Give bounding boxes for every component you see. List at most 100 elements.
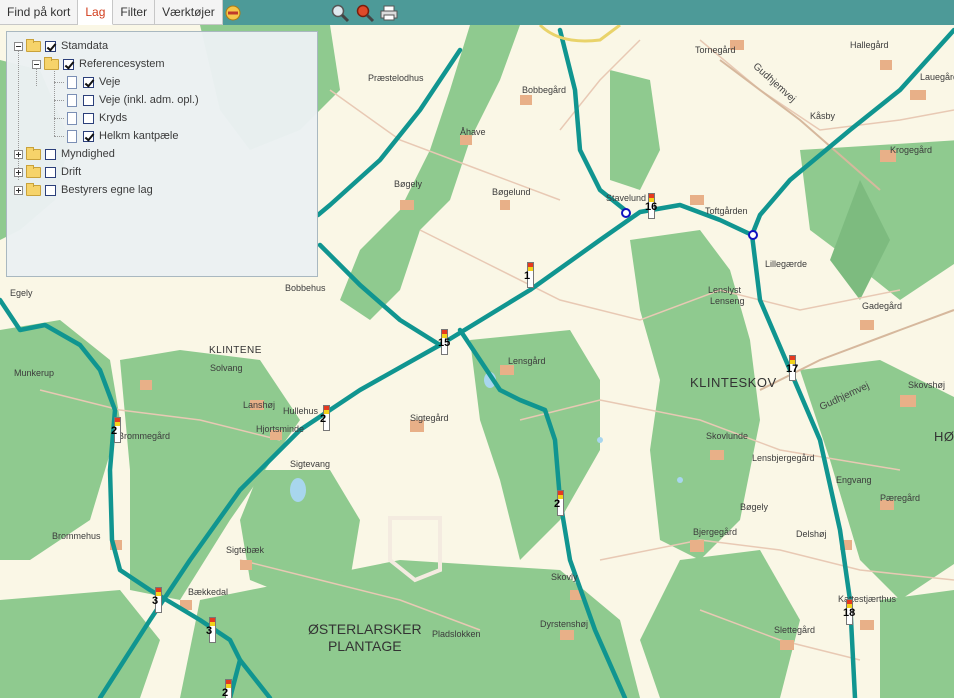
tab-filter[interactable]: Filter xyxy=(113,0,156,25)
place-label: Lanshøj xyxy=(243,400,276,410)
top-toolbar: Find på kort Lag Filter Værktøjer xyxy=(0,0,954,25)
layer-kryds[interactable]: Kryds xyxy=(67,109,127,127)
place-label: Sigtebæk xyxy=(226,545,265,555)
place-label: Brommegård xyxy=(118,431,171,441)
layer-label: Veje xyxy=(99,76,121,88)
layer-panel: Stamdata Referencesystem Veje Veje (inkl… xyxy=(6,31,318,277)
place-label: Lillegærde xyxy=(765,259,808,269)
layer-label: Veje (inkl. adm. opl.) xyxy=(99,94,199,106)
place-label: Bøgelund xyxy=(492,187,531,197)
forest-area xyxy=(0,320,120,560)
intersection-marker[interactable] xyxy=(621,208,631,218)
collapse-icon[interactable] xyxy=(223,3,243,23)
search-zoom-icon[interactable] xyxy=(355,3,375,23)
forest-area xyxy=(880,590,954,698)
print-icon[interactable] xyxy=(379,3,399,23)
intersection-marker[interactable] xyxy=(748,230,758,240)
zoom-tool-icon[interactable] xyxy=(330,3,350,23)
place-label: Kåsby xyxy=(810,111,836,121)
layer-checkbox[interactable] xyxy=(83,76,94,88)
place-label: Lenslyst xyxy=(708,285,742,295)
km-marker[interactable]: 16 xyxy=(645,193,657,219)
place-label: Sigtevang xyxy=(290,459,331,469)
collapse-toggle-icon[interactable] xyxy=(14,41,23,51)
place-label: Bobbehus xyxy=(285,283,326,293)
place-label: Hallegård xyxy=(850,40,889,50)
forest-area xyxy=(640,550,800,698)
place-label: Bøgely xyxy=(394,179,423,189)
folder-icon xyxy=(44,56,59,70)
place-label: Krogegård xyxy=(890,145,933,155)
km-marker[interactable]: 17 xyxy=(786,355,798,381)
layer-checkbox[interactable] xyxy=(63,58,74,70)
km-marker[interactable]: 3 xyxy=(152,587,164,613)
tab-find-paa-kort[interactable]: Find på kort xyxy=(0,0,79,25)
place-label: Lenseng xyxy=(710,296,745,306)
tab-lag[interactable]: Lag xyxy=(78,0,114,25)
document-icon xyxy=(67,93,77,107)
layer-referencesystem[interactable]: Referencesystem xyxy=(32,55,165,73)
place-label: Pæregård xyxy=(880,493,921,503)
folder-icon xyxy=(26,38,41,52)
area-label-ho: HØ xyxy=(934,429,954,444)
place-label: Stavelund xyxy=(606,193,647,203)
collapse-toggle-icon[interactable] xyxy=(32,59,41,69)
km-marker[interactable]: 15 xyxy=(438,329,450,355)
layer-label: Stamdata xyxy=(61,40,109,52)
layer-label: Helkm kantpæle xyxy=(99,130,179,142)
layer-myndighed[interactable]: Myndighed xyxy=(14,145,115,163)
place-label: Pladslokken xyxy=(432,629,481,639)
place-label: Solvang xyxy=(210,363,243,373)
layer-checkbox[interactable] xyxy=(83,94,94,106)
place-label: Bobbegård xyxy=(522,85,567,95)
expand-toggle-icon[interactable] xyxy=(14,167,23,177)
layer-veje[interactable]: Veje xyxy=(67,73,120,91)
place-label: Skovshøj xyxy=(908,380,946,390)
document-icon xyxy=(67,129,77,143)
place-label: Sigtegård xyxy=(410,413,449,423)
place-label: Hjortsminde xyxy=(256,424,305,434)
tab-vaerktoejer[interactable]: Værktøjer xyxy=(155,0,223,25)
layer-bestyrers-egne-lag[interactable]: Bestyrers egne lag xyxy=(14,181,153,199)
folder-icon xyxy=(26,164,41,178)
folder-icon xyxy=(26,182,41,196)
place-label: Lensgård xyxy=(508,356,546,366)
place-label: Skovly xyxy=(551,572,578,582)
place-label: Slettegård xyxy=(774,625,816,635)
layer-checkbox[interactable] xyxy=(83,130,94,142)
layer-label: Referencesystem xyxy=(79,58,165,70)
layer-drift[interactable]: Drift xyxy=(14,163,81,181)
km-marker[interactable]: 2 xyxy=(554,490,566,516)
place-label: Skovlunde xyxy=(706,431,749,441)
km-marker[interactable]: 2 xyxy=(111,417,123,443)
place-label: Munkerup xyxy=(14,368,55,378)
forest-area xyxy=(610,70,660,190)
layer-label: Drift xyxy=(61,166,82,178)
layer-label: Kryds xyxy=(99,112,128,124)
layer-helkm-kantpaele[interactable]: Helkm kantpæle xyxy=(67,127,178,145)
area-label-klinteskov: KLINTESKOV xyxy=(690,375,777,390)
km-marker[interactable]: 1 xyxy=(524,262,536,288)
expand-toggle-icon[interactable] xyxy=(14,149,23,159)
layer-checkbox[interactable] xyxy=(45,184,56,196)
layer-stamdata[interactable]: Stamdata xyxy=(14,37,108,55)
layer-checkbox[interactable] xyxy=(45,148,56,160)
document-icon xyxy=(67,111,77,125)
layer-checkbox[interactable] xyxy=(45,166,56,178)
layer-veje-adm[interactable]: Veje (inkl. adm. opl.) xyxy=(67,91,199,109)
document-icon xyxy=(67,75,77,89)
place-label: Toftgården xyxy=(705,206,748,216)
folder-icon xyxy=(26,146,41,160)
place-label: Åhave xyxy=(460,127,486,137)
layer-checkbox[interactable] xyxy=(83,112,94,124)
km-marker[interactable]: 2 xyxy=(320,405,332,431)
expand-toggle-icon[interactable] xyxy=(14,185,23,195)
forest-area xyxy=(800,360,954,600)
km-marker[interactable]: 3 xyxy=(206,617,218,643)
km-marker[interactable]: 18 xyxy=(843,599,855,625)
place-label: Engvang xyxy=(836,475,872,485)
place-label: Hullehus xyxy=(283,406,319,416)
layer-checkbox[interactable] xyxy=(45,40,56,52)
place-label: Bøgely xyxy=(740,502,769,512)
km-marker[interactable]: 2 xyxy=(222,679,234,698)
